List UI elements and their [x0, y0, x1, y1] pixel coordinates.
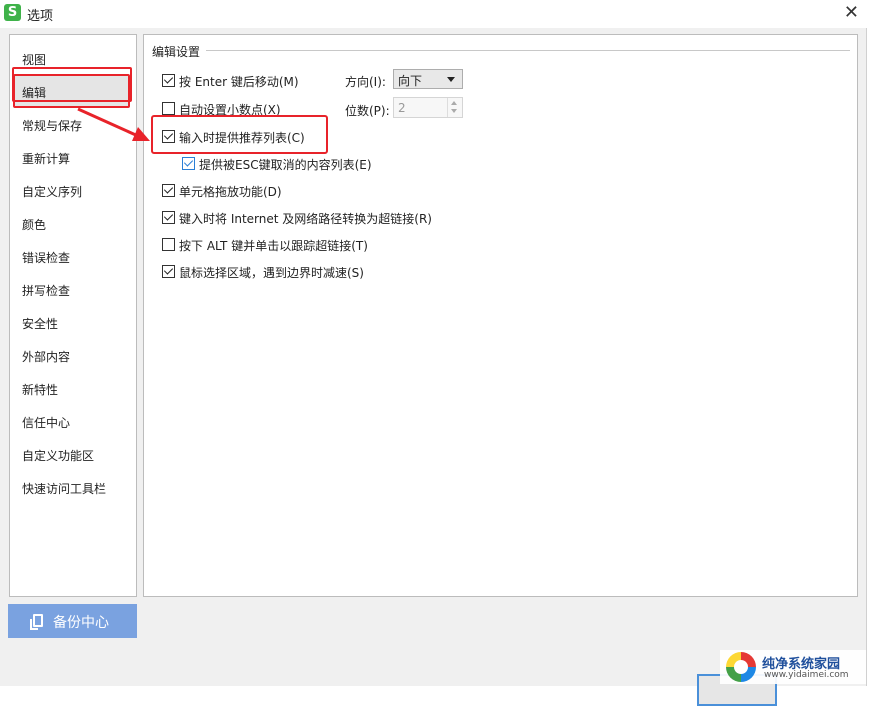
watermark-logo-icon [726, 652, 756, 682]
annotation-arrow-icon [77, 107, 150, 141]
watermark: 纯净系统家园 www.yidaimei.com [720, 650, 866, 684]
watermark-url: www.yidaimei.com [764, 670, 849, 680]
